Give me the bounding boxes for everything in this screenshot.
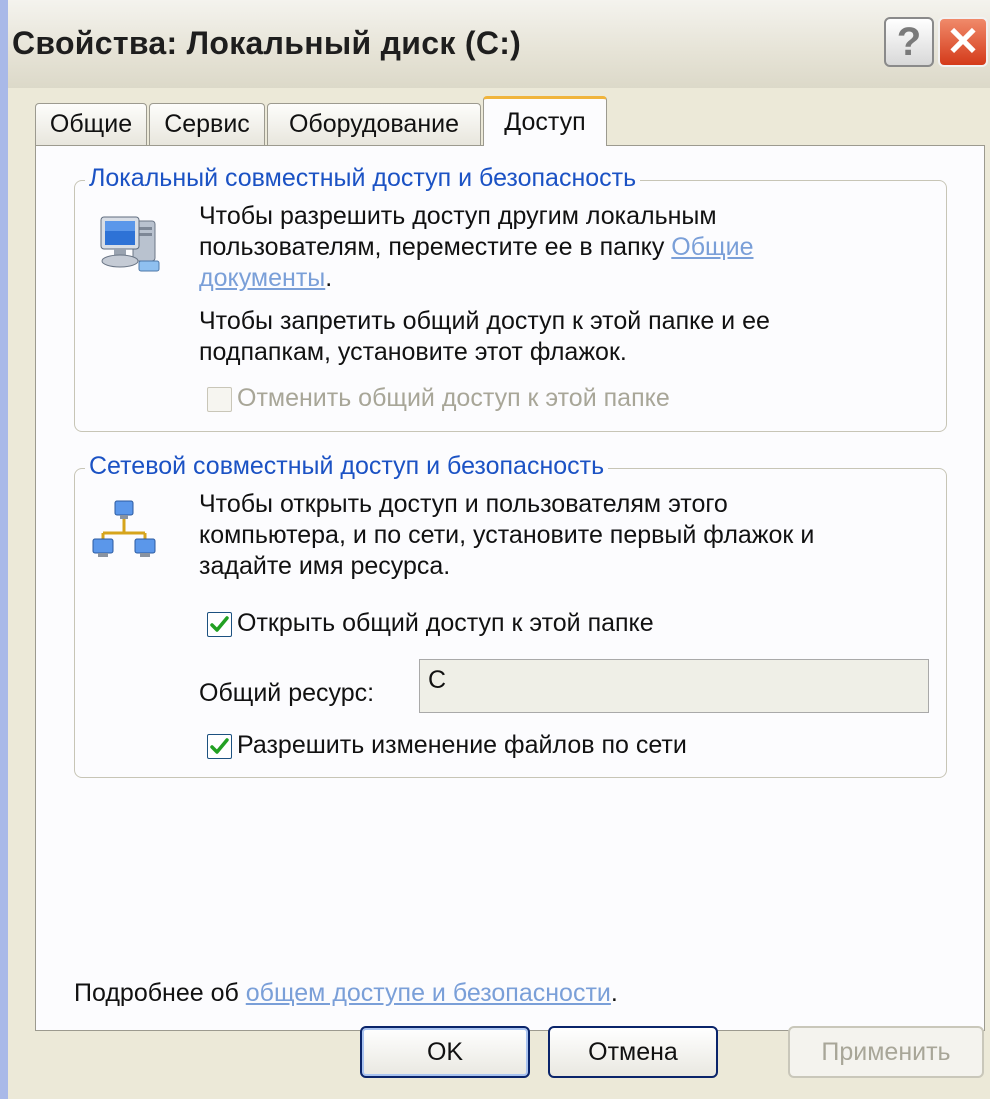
checkmark-icon — [210, 616, 229, 632]
local-text-line-2-prefix: пользователям, переместите ее в папку — [199, 233, 672, 261]
network-text-line-1: Чтобы открыть доступ и пользователям это… — [199, 490, 728, 518]
ok-button[interactable]: OK — [360, 1026, 530, 1078]
local-text-line-1: Чтобы разрешить доступ другим локальным — [199, 202, 717, 230]
shared-documents-link-part1[interactable]: Общие — [671, 233, 753, 261]
more-info-prefix: Подробнее об — [74, 979, 246, 1007]
close-icon: ✕ — [946, 20, 980, 64]
apply-button[interactable]: Применить — [788, 1026, 984, 1078]
help-button[interactable]: ? — [884, 17, 934, 67]
network-text-line-2: компьютера, и по сети, установите первый… — [199, 521, 815, 549]
sharing-security-link[interactable]: общем доступе и безопасности — [246, 979, 611, 1007]
share-folder-checkbox[interactable] — [207, 612, 232, 637]
share-name-label: Общий ресурс: — [199, 679, 375, 707]
close-button[interactable]: ✕ — [938, 17, 988, 67]
tab-hardware[interactable]: Оборудование — [267, 103, 481, 145]
more-info-suffix: . — [610, 979, 618, 1007]
share-folder-checkbox-label: Открыть общий доступ к этой папке — [237, 609, 654, 637]
unshare-checkbox-label: Отменить общий доступ к этой папке — [237, 384, 670, 412]
local-text-2-line-1: Чтобы запретить общий доступ к этой папк… — [199, 307, 770, 335]
unshare-checkbox[interactable] — [207, 387, 232, 412]
local-text-line-2: пользователям, переместите ее в папку Об… — [199, 232, 754, 263]
checkmark-icon — [210, 738, 229, 754]
tab-sharing[interactable]: Доступ — [483, 96, 607, 146]
local-text-2-line-2: подпапкам, установите этот флажок. — [199, 338, 627, 366]
allow-network-changes-checkbox[interactable] — [207, 734, 232, 759]
local-text-line-3: документы. — [199, 263, 332, 294]
network-sharing-group: Сетевой совместный доступ и безопасность… — [74, 452, 947, 778]
sharing-tab-panel: Локальный совместный доступ и безопаснос… — [35, 145, 985, 1031]
title-bar[interactable]: Свойства: Локальный диск (C:) ? ✕ — [8, 0, 990, 88]
local-sharing-legend: Локальный совместный доступ и безопаснос… — [85, 164, 641, 193]
allow-network-changes-label: Разрешить изменение файлов по сети — [237, 731, 687, 759]
shared-documents-link-part2[interactable]: документы — [199, 264, 325, 292]
window-title: Свойства: Локальный диск (C:) — [12, 25, 522, 61]
local-text-line-3-end: . — [325, 264, 333, 292]
tab-general[interactable]: Общие — [35, 103, 147, 145]
help-icon: ? — [896, 19, 922, 64]
network-text-line-3: задайте имя ресурса. — [199, 552, 451, 580]
tab-tools[interactable]: Сервис — [149, 103, 265, 145]
local-sharing-group: Локальный совместный доступ и безопаснос… — [74, 164, 947, 432]
computer-icon — [97, 211, 167, 281]
cancel-button[interactable]: Отмена — [548, 1026, 718, 1078]
network-sharing-legend: Сетевой совместный доступ и безопасность — [85, 452, 609, 481]
properties-dialog: Свойства: Локальный диск (C:) ? ✕ Общие … — [0, 0, 990, 1099]
share-name-input[interactable]: C — [419, 659, 929, 713]
more-info-text: Подробнее об общем доступе и безопасност… — [74, 978, 618, 1009]
network-icon — [89, 497, 159, 567]
